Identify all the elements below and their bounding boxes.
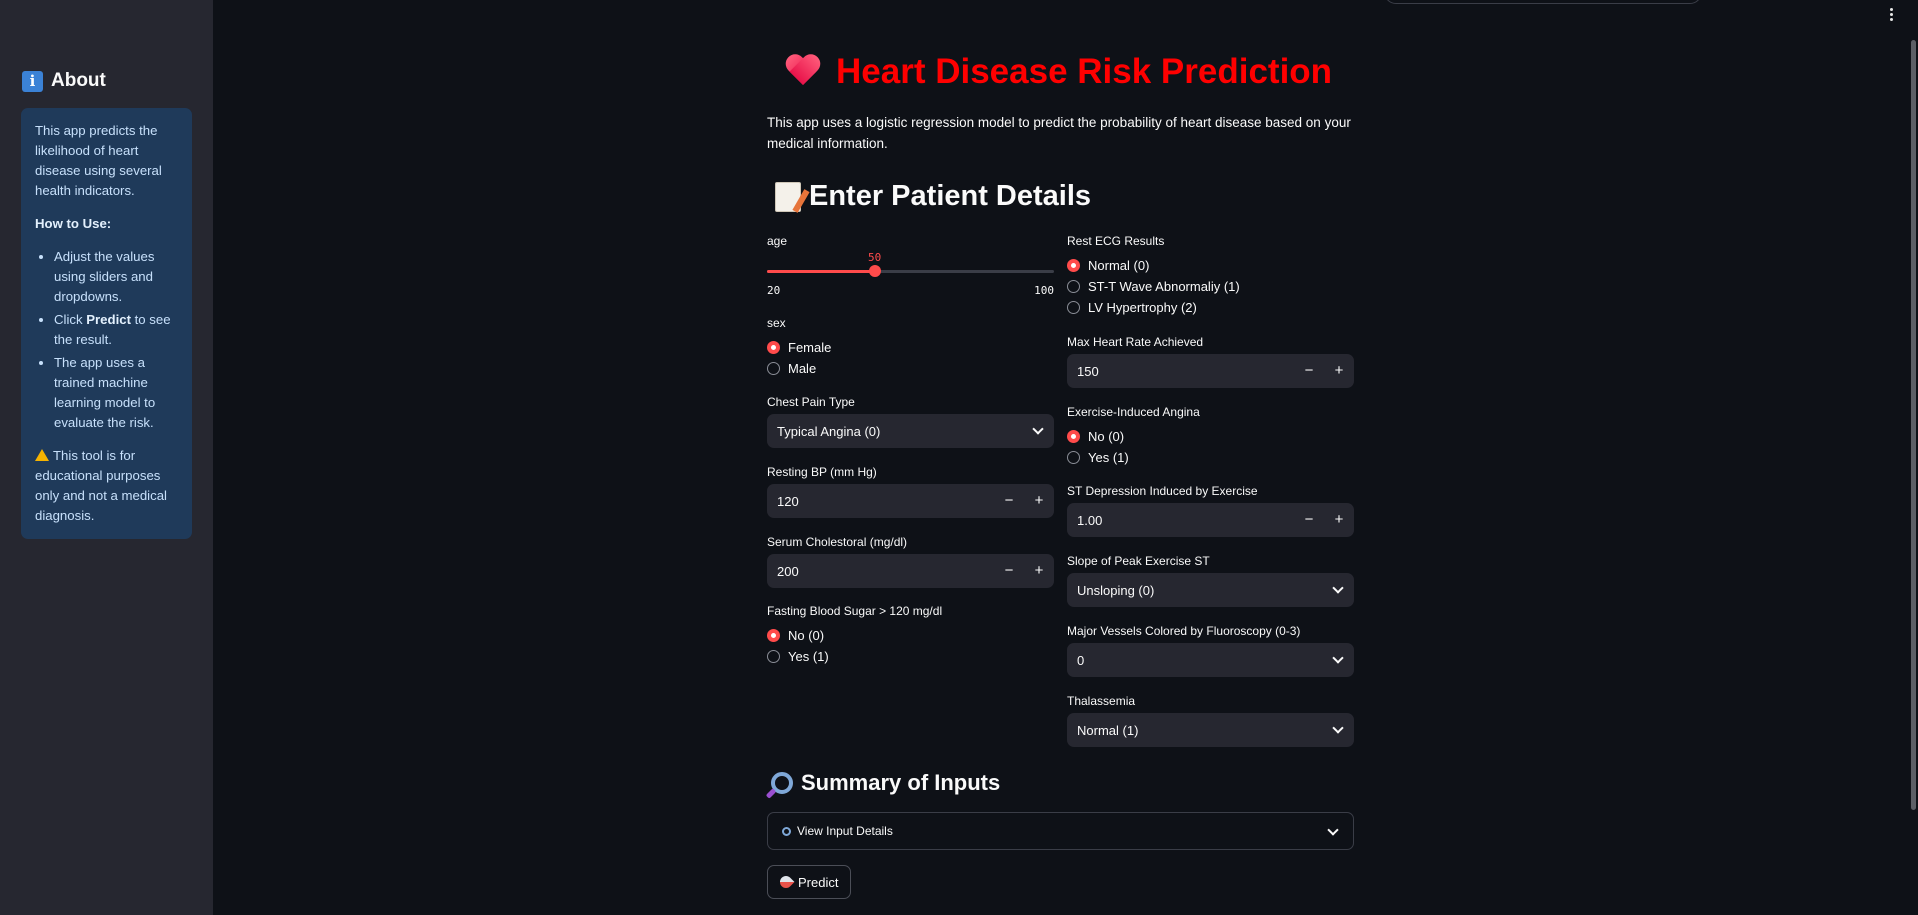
fbs-label: Fasting Blood Sugar > 120 mg/dl (767, 604, 943, 618)
increment-button[interactable]: + (1024, 484, 1054, 518)
slope-select[interactable]: Unsloping (0) (1067, 573, 1354, 607)
radio-unselected[interactable] (1067, 301, 1080, 314)
radio-selected[interactable] (1067, 430, 1080, 443)
exang-option-no[interactable]: No (0) (1067, 429, 1124, 444)
list-item: The app uses a trained machine learning … (54, 353, 178, 433)
search-icon (782, 826, 791, 836)
chevron-down-icon (1327, 824, 1339, 836)
exang-option-yes[interactable]: Yes (1) (1067, 450, 1129, 465)
decrement-button[interactable]: − (1294, 354, 1324, 388)
fbs-option-no[interactable]: No (0) (767, 628, 824, 643)
about-info-box: This app predicts the likelihood of hear… (21, 108, 192, 539)
decrement-button[interactable]: − (994, 554, 1024, 588)
restecg-option-lvh[interactable]: LV Hypertrophy (2) (1067, 300, 1197, 315)
patient-details-heading: Enter Patient Details (775, 180, 1091, 213)
exang-label: Exercise-Induced Angina (1067, 405, 1200, 419)
restecg-option-stt[interactable]: ST-T Wave Abnormaliy (1) (1067, 279, 1240, 294)
age-slider-fill (767, 270, 875, 273)
oldpeak-input[interactable]: 1.00 − + (1067, 503, 1354, 537)
radio-unselected[interactable] (1067, 451, 1080, 464)
sex-option-male[interactable]: Male (767, 361, 816, 376)
decrement-button[interactable]: − (1294, 503, 1324, 537)
age-slider-value: 50 (868, 251, 882, 264)
ca-select[interactable]: 0 (1067, 643, 1354, 677)
page-title-text: Heart Disease Risk Prediction (836, 52, 1333, 91)
cholesterol-stepper: − + (994, 554, 1054, 588)
list-item: Adjust the values using sliders and drop… (54, 247, 178, 307)
resting-bp-stepper: − + (994, 484, 1054, 518)
how-to-use-heading: How to Use: (35, 216, 112, 231)
chevron-down-icon (1032, 423, 1044, 435)
radio-selected[interactable] (767, 341, 780, 354)
cholesterol-input[interactable]: 200 − + (767, 554, 1054, 588)
warning-icon (35, 449, 49, 461)
cholesterol-label: Serum Cholestoral (mg/dl) (767, 535, 908, 549)
radio-unselected[interactable] (767, 362, 780, 375)
increment-button[interactable]: + (1324, 503, 1354, 537)
restecg-option-normal[interactable]: Normal (0) (1067, 258, 1149, 273)
restecg-label: Rest ECG Results (1067, 234, 1165, 248)
chevron-down-icon (1332, 652, 1344, 664)
increment-button[interactable]: + (1024, 554, 1054, 588)
disclaimer: This tool is for educational purposes on… (35, 448, 167, 523)
main-menu-icon[interactable] (1890, 8, 1894, 23)
max-hr-input[interactable]: 150 − + (1067, 354, 1354, 388)
oldpeak-label: ST Depression Induced by Exercise (1067, 484, 1258, 498)
sidebar: i About This app predicts the likelihood… (0, 0, 213, 915)
page-title: Heart Disease Risk Prediction (784, 52, 1332, 92)
about-heading: i About (22, 70, 106, 92)
about-intro: This app predicts the likelihood of hear… (35, 123, 162, 198)
oldpeak-stepper: − + (1294, 503, 1354, 537)
decrement-button[interactable]: − (994, 484, 1024, 518)
age-slider-max: 100 (1034, 284, 1054, 297)
max-hr-stepper: − + (1294, 354, 1354, 388)
list-item: Click Predict to see the result. (54, 310, 178, 350)
chevron-down-icon (1332, 582, 1344, 594)
age-slider[interactable] (767, 265, 1054, 277)
fbs-option-yes[interactable]: Yes (1) (767, 649, 829, 664)
slope-label: Slope of Peak Exercise ST (1067, 554, 1210, 568)
how-to-use-list: Adjust the values using sliders and drop… (35, 247, 178, 433)
resting-bp-label: Resting BP (mm Hg) (767, 465, 877, 479)
predict-button[interactable]: Predict (767, 865, 852, 899)
info-icon: i (22, 70, 43, 92)
age-label: age (767, 234, 788, 248)
sex-label: sex (767, 316, 786, 330)
thal-select[interactable]: Normal (1) (1067, 713, 1354, 747)
radio-unselected[interactable] (1067, 280, 1080, 293)
chest-pain-select[interactable]: Typical Angina (0) (767, 414, 1054, 448)
summary-heading: Summary of Inputs (771, 770, 1000, 796)
sex-option-female[interactable]: Female (767, 340, 831, 355)
memo-icon (775, 181, 801, 212)
ca-label: Major Vessels Colored by Fluoroscopy (0-… (1067, 624, 1301, 638)
scrollbar[interactable] (1911, 40, 1916, 810)
heart-icon (784, 55, 822, 89)
magnifier-icon (771, 772, 793, 794)
thal-label: Thalassemia (1067, 694, 1136, 708)
age-slider-min: 20 (767, 284, 781, 297)
about-title-text: About (51, 70, 106, 91)
app-description: This app uses a logistic regression mode… (767, 115, 1351, 151)
age-slider-thumb[interactable] (868, 265, 881, 277)
top-toolbar-pill[interactable] (1384, 0, 1702, 4)
increment-button[interactable]: + (1324, 354, 1354, 388)
chest-pain-label: Chest Pain Type (767, 395, 855, 409)
radio-unselected[interactable] (767, 650, 780, 663)
rocket-icon (777, 873, 795, 891)
resting-bp-input[interactable]: 120 − + (767, 484, 1054, 518)
radio-selected[interactable] (767, 629, 780, 642)
chevron-down-icon (1332, 722, 1344, 734)
view-input-details-expander[interactable]: View Input Details (767, 812, 1354, 850)
max-hr-label: Max Heart Rate Achieved (1067, 335, 1204, 349)
radio-selected[interactable] (1067, 259, 1080, 272)
